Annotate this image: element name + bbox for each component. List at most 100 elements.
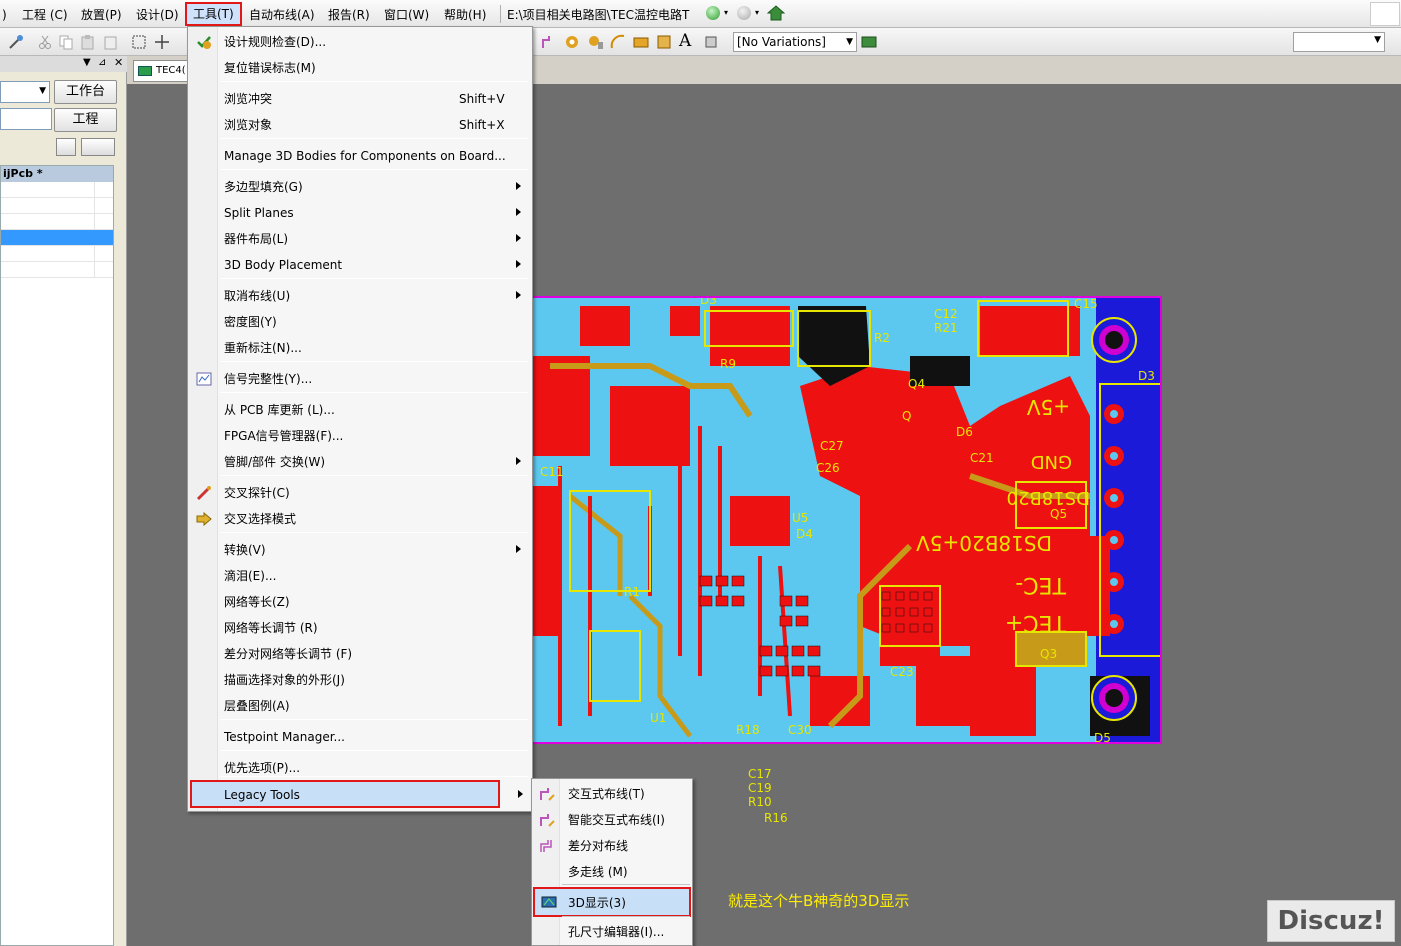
menu-autoroute[interactable]: 自动布线(A) — [249, 6, 315, 24]
pin-icon[interactable]: ⊿ — [98, 57, 106, 68]
svg-text:U1: U1 — [650, 711, 666, 725]
tools-menu-item-24[interactable]: 描画选择对象的外形(J) — [190, 667, 530, 693]
document-tab[interactable]: TEC4( — [133, 60, 193, 82]
route-tool-icon[interactable] — [541, 34, 557, 50]
submenu-arrow-icon — [516, 291, 521, 299]
project-field[interactable] — [0, 108, 52, 130]
legacy-submenu-item-1[interactable]: 交互式布线(T) — [533, 781, 691, 807]
list-item-selected[interactable] — [1, 230, 113, 246]
cut-icon[interactable] — [37, 34, 53, 50]
forward-icon[interactable] — [737, 6, 751, 20]
text-icon[interactable]: A — [679, 31, 695, 51]
tools-menu-item-4[interactable]: 浏览对象 Shift+X — [190, 112, 530, 138]
tools-menu-item-10[interactable]: 取消布线(U) — [190, 283, 530, 309]
forward-dropdown-icon[interactable]: ▾ — [755, 8, 759, 17]
copy-icon[interactable] — [58, 34, 74, 50]
paste-special-icon[interactable] — [103, 34, 119, 50]
svg-text:Q5: Q5 — [1050, 507, 1067, 521]
menu-item-legacy-tools[interactable]: Legacy Tools — [190, 780, 523, 808]
polygon-icon[interactable] — [656, 34, 672, 50]
wand-icon[interactable] — [8, 34, 24, 50]
floating-label: C17 — [748, 767, 772, 781]
drc-icon — [196, 34, 212, 50]
pad-icon[interactable] — [588, 34, 604, 50]
project-button[interactable]: 工程 — [54, 108, 117, 132]
tools-menu-item-8[interactable]: 器件布局(L) — [190, 226, 530, 252]
tools-menu-item-2[interactable]: 复位错误标志(M) — [190, 55, 530, 81]
menu-separator — [220, 138, 528, 139]
tools-menu-item-15[interactable]: FPGA信号管理器(F)... — [190, 423, 530, 449]
tools-menu-item-7[interactable]: Split Planes — [190, 200, 530, 226]
list-item[interactable] — [1, 246, 113, 262]
folder-dropdown-icon[interactable] — [81, 138, 115, 156]
tools-menu-item-26[interactable]: Testpoint Manager... — [190, 724, 530, 750]
menu-item-3d-view[interactable]: 3D显示(3) — [533, 887, 691, 917]
workspace-button[interactable]: 工作台 — [54, 80, 117, 104]
tools-menu-item-27[interactable]: 优先选项(P)... — [190, 755, 530, 781]
workspace-combo[interactable]: ▼ — [0, 81, 50, 103]
close-icon[interactable]: ✕ — [114, 56, 123, 69]
list-item[interactable] — [1, 182, 113, 198]
layer-combo[interactable]: ▼ — [1293, 32, 1385, 52]
menu-help[interactable]: 帮助(H) — [444, 6, 486, 24]
list-item[interactable] — [1, 262, 113, 278]
fill-icon[interactable] — [633, 34, 649, 50]
list-item[interactable] — [1, 214, 113, 230]
menu-partial[interactable]: ) — [2, 6, 7, 24]
tools-menu-item-5[interactable]: Manage 3D Bodies for Components on Board… — [190, 143, 530, 169]
legacy-submenu-item-3[interactable]: 差分对布线 — [533, 833, 691, 859]
legacy-submenu-item-4[interactable]: 多走线 (M) — [533, 859, 691, 885]
panel-menu-icon[interactable]: ▼ — [83, 57, 91, 68]
chevron-down-icon[interactable]: ▼ — [846, 33, 853, 51]
menu-tools[interactable]: 工具(T) — [185, 2, 242, 26]
menu-place[interactable]: 放置(P) — [81, 6, 122, 24]
menu-reports[interactable]: 报告(R) — [328, 6, 370, 24]
tools-menu-item-21[interactable]: 网络等长(Z) — [190, 589, 530, 615]
back-icon[interactable] — [706, 6, 720, 20]
tools-menu-item-18[interactable]: 交叉选择模式 — [190, 506, 530, 532]
tools-menu-item-25[interactable]: 层叠图例(A) — [190, 693, 530, 719]
home-icon[interactable] — [766, 5, 786, 21]
legacy-submenu-item-2[interactable]: 智能交互式布线(I) — [533, 807, 691, 833]
tools-menu-item-1[interactable]: 设计规则检查(D)... — [190, 29, 530, 55]
variations-combo[interactable]: [No Variations] ▼ — [733, 32, 857, 52]
legacy-submenu-item-6[interactable]: 孔尺寸编辑器(I)... — [533, 919, 691, 945]
floating-label: C19 — [748, 781, 772, 795]
tools-menu-item-16[interactable]: 管脚/部件 交换(W) — [190, 449, 530, 475]
menu-item-label: 重新标注(N)... — [224, 341, 302, 355]
menu-design[interactable]: 设计(D) — [136, 6, 179, 24]
list-item[interactable] — [1, 198, 113, 214]
tools-menu-item-6[interactable]: 多边型填充(G) — [190, 174, 530, 200]
submenu-arrow-icon — [516, 260, 521, 268]
project-tree[interactable]: ijPcb * — [0, 165, 114, 946]
tools-menu-item-12[interactable]: 重新标注(N)... — [190, 335, 530, 361]
pcb-board[interactable]: +5V GND DS18B20 DS18B20+5V TEC- TEC+ D3 … — [530, 293, 1201, 745]
svg-text:TEC-: TEC- — [1015, 572, 1067, 597]
via-icon[interactable] — [564, 34, 580, 50]
tools-menu-item-11[interactable]: 密度图(Y) — [190, 309, 530, 335]
menu-window[interactable]: 窗口(W) — [384, 6, 429, 24]
paste-icon[interactable] — [80, 34, 96, 50]
move-icon[interactable] — [154, 34, 170, 50]
component-icon[interactable] — [703, 34, 719, 50]
arc-icon[interactable] — [610, 34, 626, 50]
signal-integrity-icon — [196, 371, 212, 387]
tools-menu-item-22[interactable]: 网络等长调节 (R) — [190, 615, 530, 641]
chevron-down-icon[interactable]: ▼ — [39, 86, 46, 96]
project-tree-header[interactable]: ijPcb * — [1, 166, 113, 182]
board-icon[interactable] — [861, 34, 877, 50]
tools-menu-item-14[interactable]: 从 PCB 库更新 (L)... — [190, 397, 530, 423]
tools-menu-item-17[interactable]: 交叉探针(C) — [190, 480, 530, 506]
tools-menu-item-23[interactable]: 差分对网络等长调节 (F) — [190, 641, 530, 667]
tools-menu-item-20[interactable]: 滴泪(E)... — [190, 563, 530, 589]
select-area-icon[interactable] — [131, 34, 147, 50]
tools-menu-item-19[interactable]: 转换(V) — [190, 537, 530, 563]
submenu-arrow-icon — [516, 208, 521, 216]
back-dropdown-icon[interactable]: ▾ — [724, 8, 728, 17]
menu-project[interactable]: 工程 (C) — [22, 6, 68, 24]
tools-menu-item-13[interactable]: 信号完整性(Y)... — [190, 366, 530, 392]
layers-icon[interactable] — [56, 138, 76, 156]
tools-menu-item-3[interactable]: 浏览冲突 Shift+V — [190, 86, 530, 112]
tools-menu-item-9[interactable]: 3D Body Placement — [190, 252, 530, 278]
chevron-down-icon[interactable]: ▼ — [1374, 35, 1381, 45]
